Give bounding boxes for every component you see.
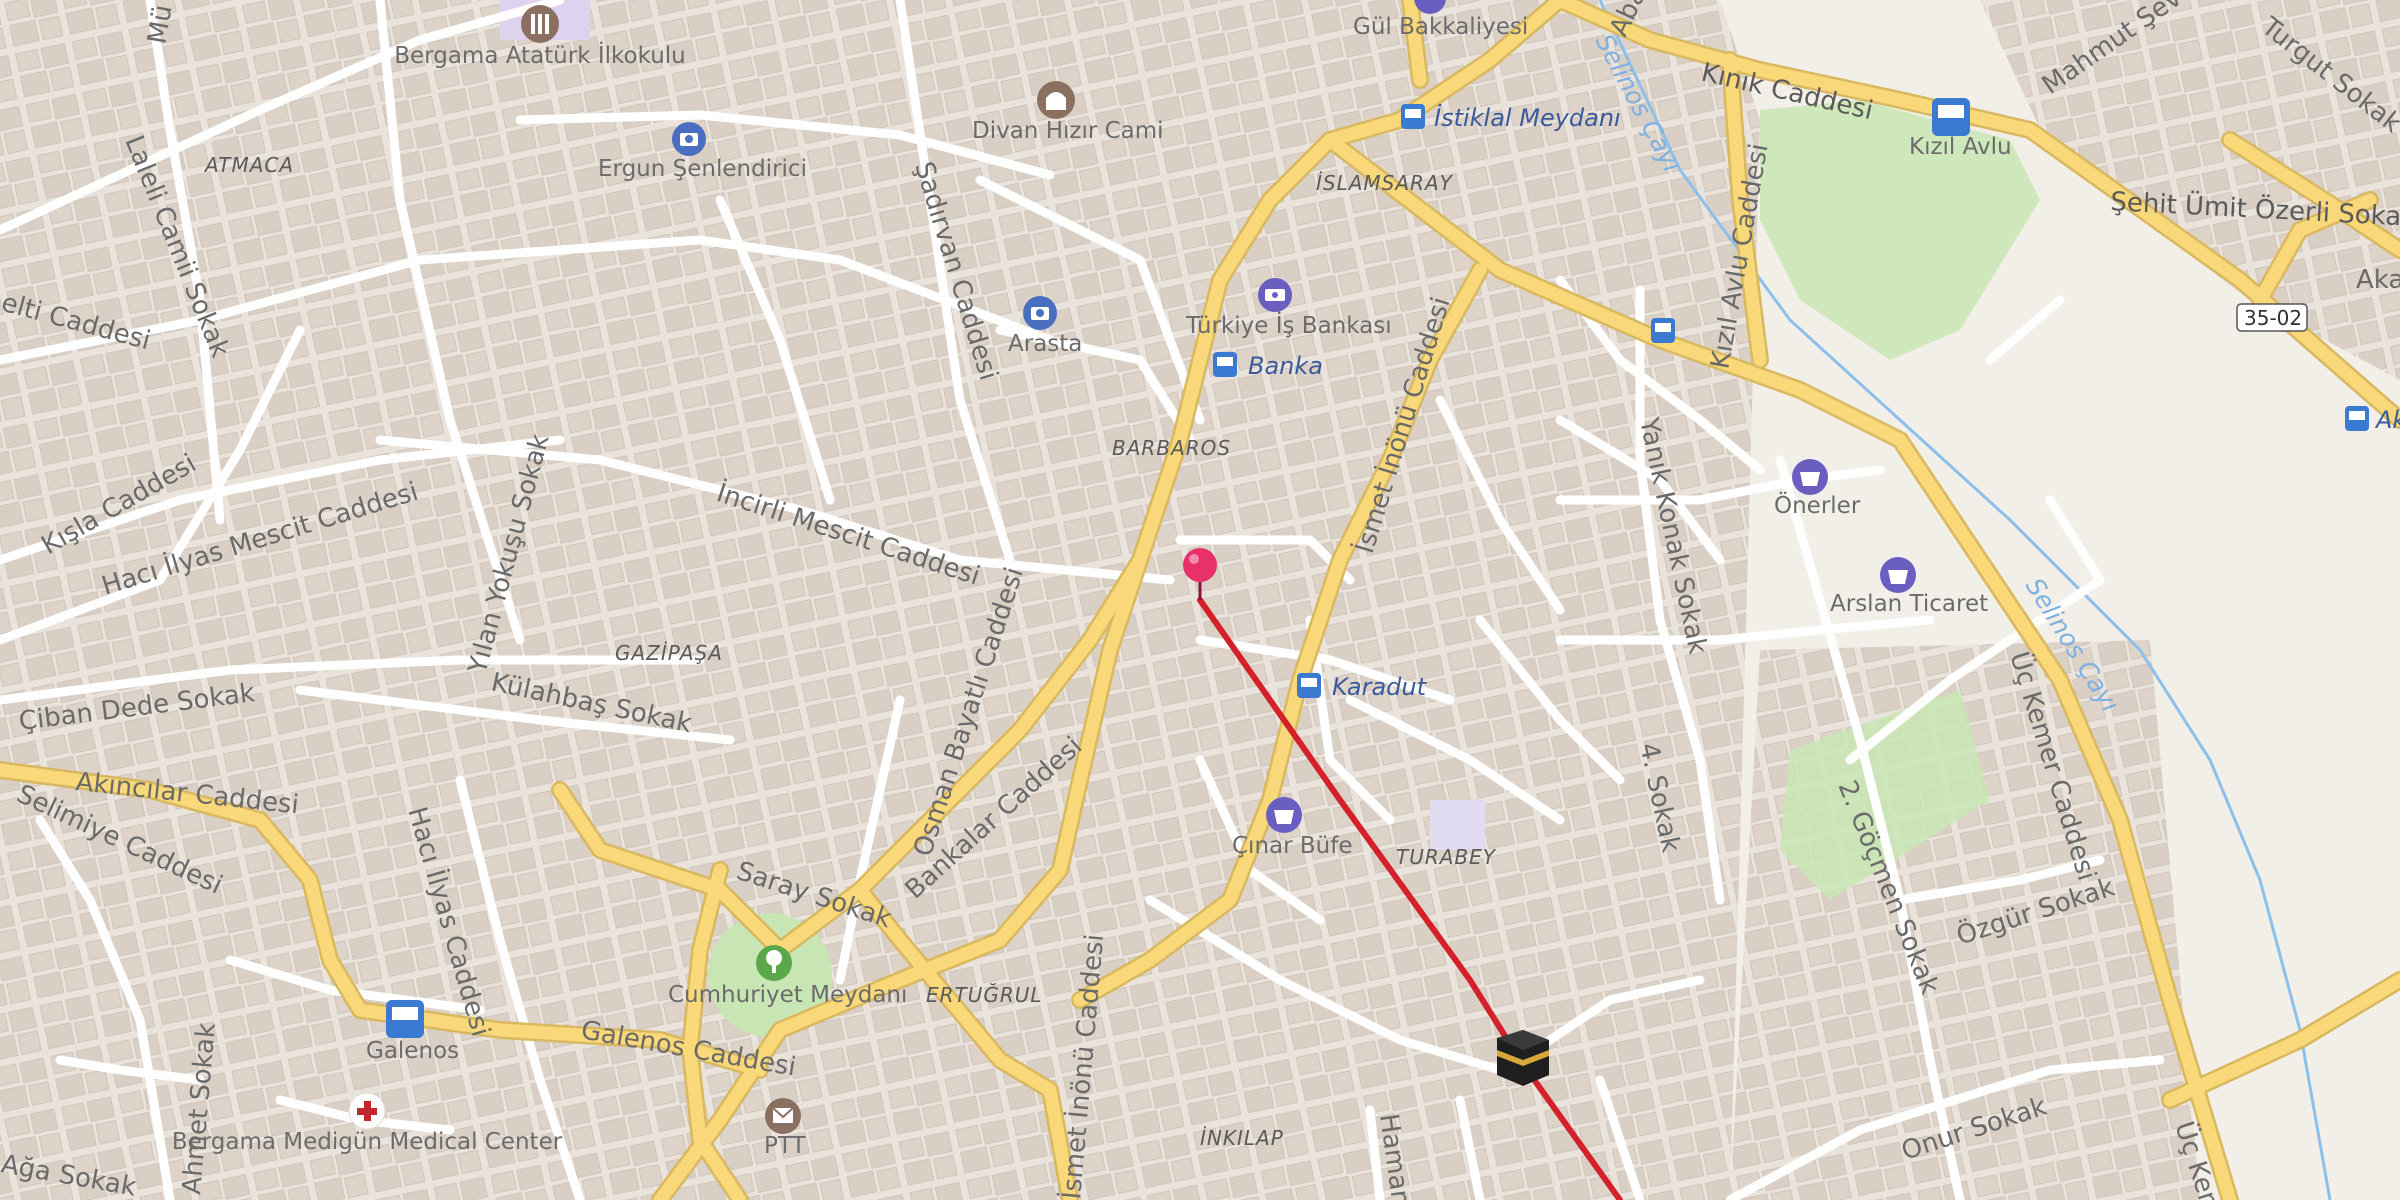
district-barbaros: BARBAROS [1112, 436, 1231, 460]
hospital-icon [348, 1092, 386, 1130]
bus-stop-kizil-avlu-label: Kızıl Avlu [1909, 134, 2012, 160]
poi-onerler-label: Önerler [1774, 491, 1861, 519]
school-icon [521, 5, 559, 43]
street-akas: Akas [2356, 265, 2400, 295]
mosque-icon [1037, 81, 1075, 119]
district-inkilap: İNKILAP [1200, 1126, 1284, 1150]
bus-stop-east[interactable] [1651, 318, 1675, 343]
district-gazipasa: GAZİPAŞA [615, 641, 723, 665]
bus-stop-icon [1651, 318, 1675, 343]
landuse-turabey [1430, 800, 1485, 850]
poi-hospital-label: Bergama Medigün Medical Center [172, 1129, 563, 1155]
map-canvas[interactable]: Kınık Caddesi Şehit Ümit Özerli Sokak Ma… [0, 0, 2400, 1200]
bus-stop-icon [2345, 406, 2369, 431]
poi-cumhuriyet-label: Cumhuriyet Meydanı [668, 982, 907, 1008]
poi-divan-label: Divan Hızır Cami [972, 118, 1164, 144]
bus-stop-icon [386, 1000, 424, 1038]
poi-ptt-label: PTT [764, 1133, 807, 1159]
tree-icon [756, 945, 792, 981]
bus-stop-karadut-label: Karadut [1332, 673, 1428, 701]
shop-icon [1880, 557, 1916, 593]
poi-cinar-label: Çınar Büfe [1232, 833, 1353, 859]
bus-stop-icon [1213, 352, 1237, 377]
svg-text:Bergama Atatürk İlkokulu: Bergama Atatürk İlkokulu [394, 41, 686, 69]
bus-stop-banka-label: Banka [1248, 352, 1323, 380]
bank-icon [1258, 278, 1292, 312]
bus-stop-icon [1932, 98, 1970, 136]
poi-ergun-label: Ergun Şenlendirici [598, 156, 807, 182]
district-atmaca: ATMACA [203, 153, 294, 177]
bus-stop-icon [1297, 673, 1321, 698]
poi-bergama-school-label: Bergama Atatürk İlkokulu [394, 41, 686, 69]
shop-icon [1792, 459, 1828, 495]
poi-arslan-label: Arslan Ticaret [1830, 591, 1988, 617]
poi-turkiye-is-label: Türkiye İş Bankası [1185, 311, 1392, 339]
svg-text:Bergama Medigün Medical Center: Bergama Medigün Medical Center [172, 1129, 563, 1155]
district-turabey: TURABEY [1396, 845, 1497, 869]
poi-arasta-label: Arasta [1008, 331, 1082, 357]
bus-stop-istiklal[interactable]: İstiklal Meydanı [1401, 103, 1621, 132]
post-office-icon [765, 1098, 801, 1134]
road-ref-label: 35-02 [2244, 306, 2302, 330]
shop-icon [1266, 797, 1302, 833]
bus-stop-galenos-label: Galenos [366, 1038, 459, 1064]
camera-icon [672, 122, 706, 156]
road-ref-shield: 35-02 [2236, 303, 2308, 332]
bus-stop-ak-label: Ak [2374, 406, 2400, 434]
bus-stop-karadut[interactable]: Karadut [1297, 673, 1428, 701]
bus-stop-banka[interactable]: Banka [1213, 352, 1323, 380]
poi-gul-label: Gül Bakkaliyesi [1353, 14, 1528, 40]
kaaba-icon[interactable] [1497, 1030, 1549, 1086]
bus-stop-icon [1401, 104, 1425, 129]
bus-stop-istiklal-label: İstiklal Meydanı [1434, 103, 1621, 132]
camera-icon [1023, 296, 1057, 330]
district-ertugrul: ERTUĞRUL [926, 983, 1043, 1007]
district-islamsaray: İSLAMSARAY [1316, 171, 1454, 195]
